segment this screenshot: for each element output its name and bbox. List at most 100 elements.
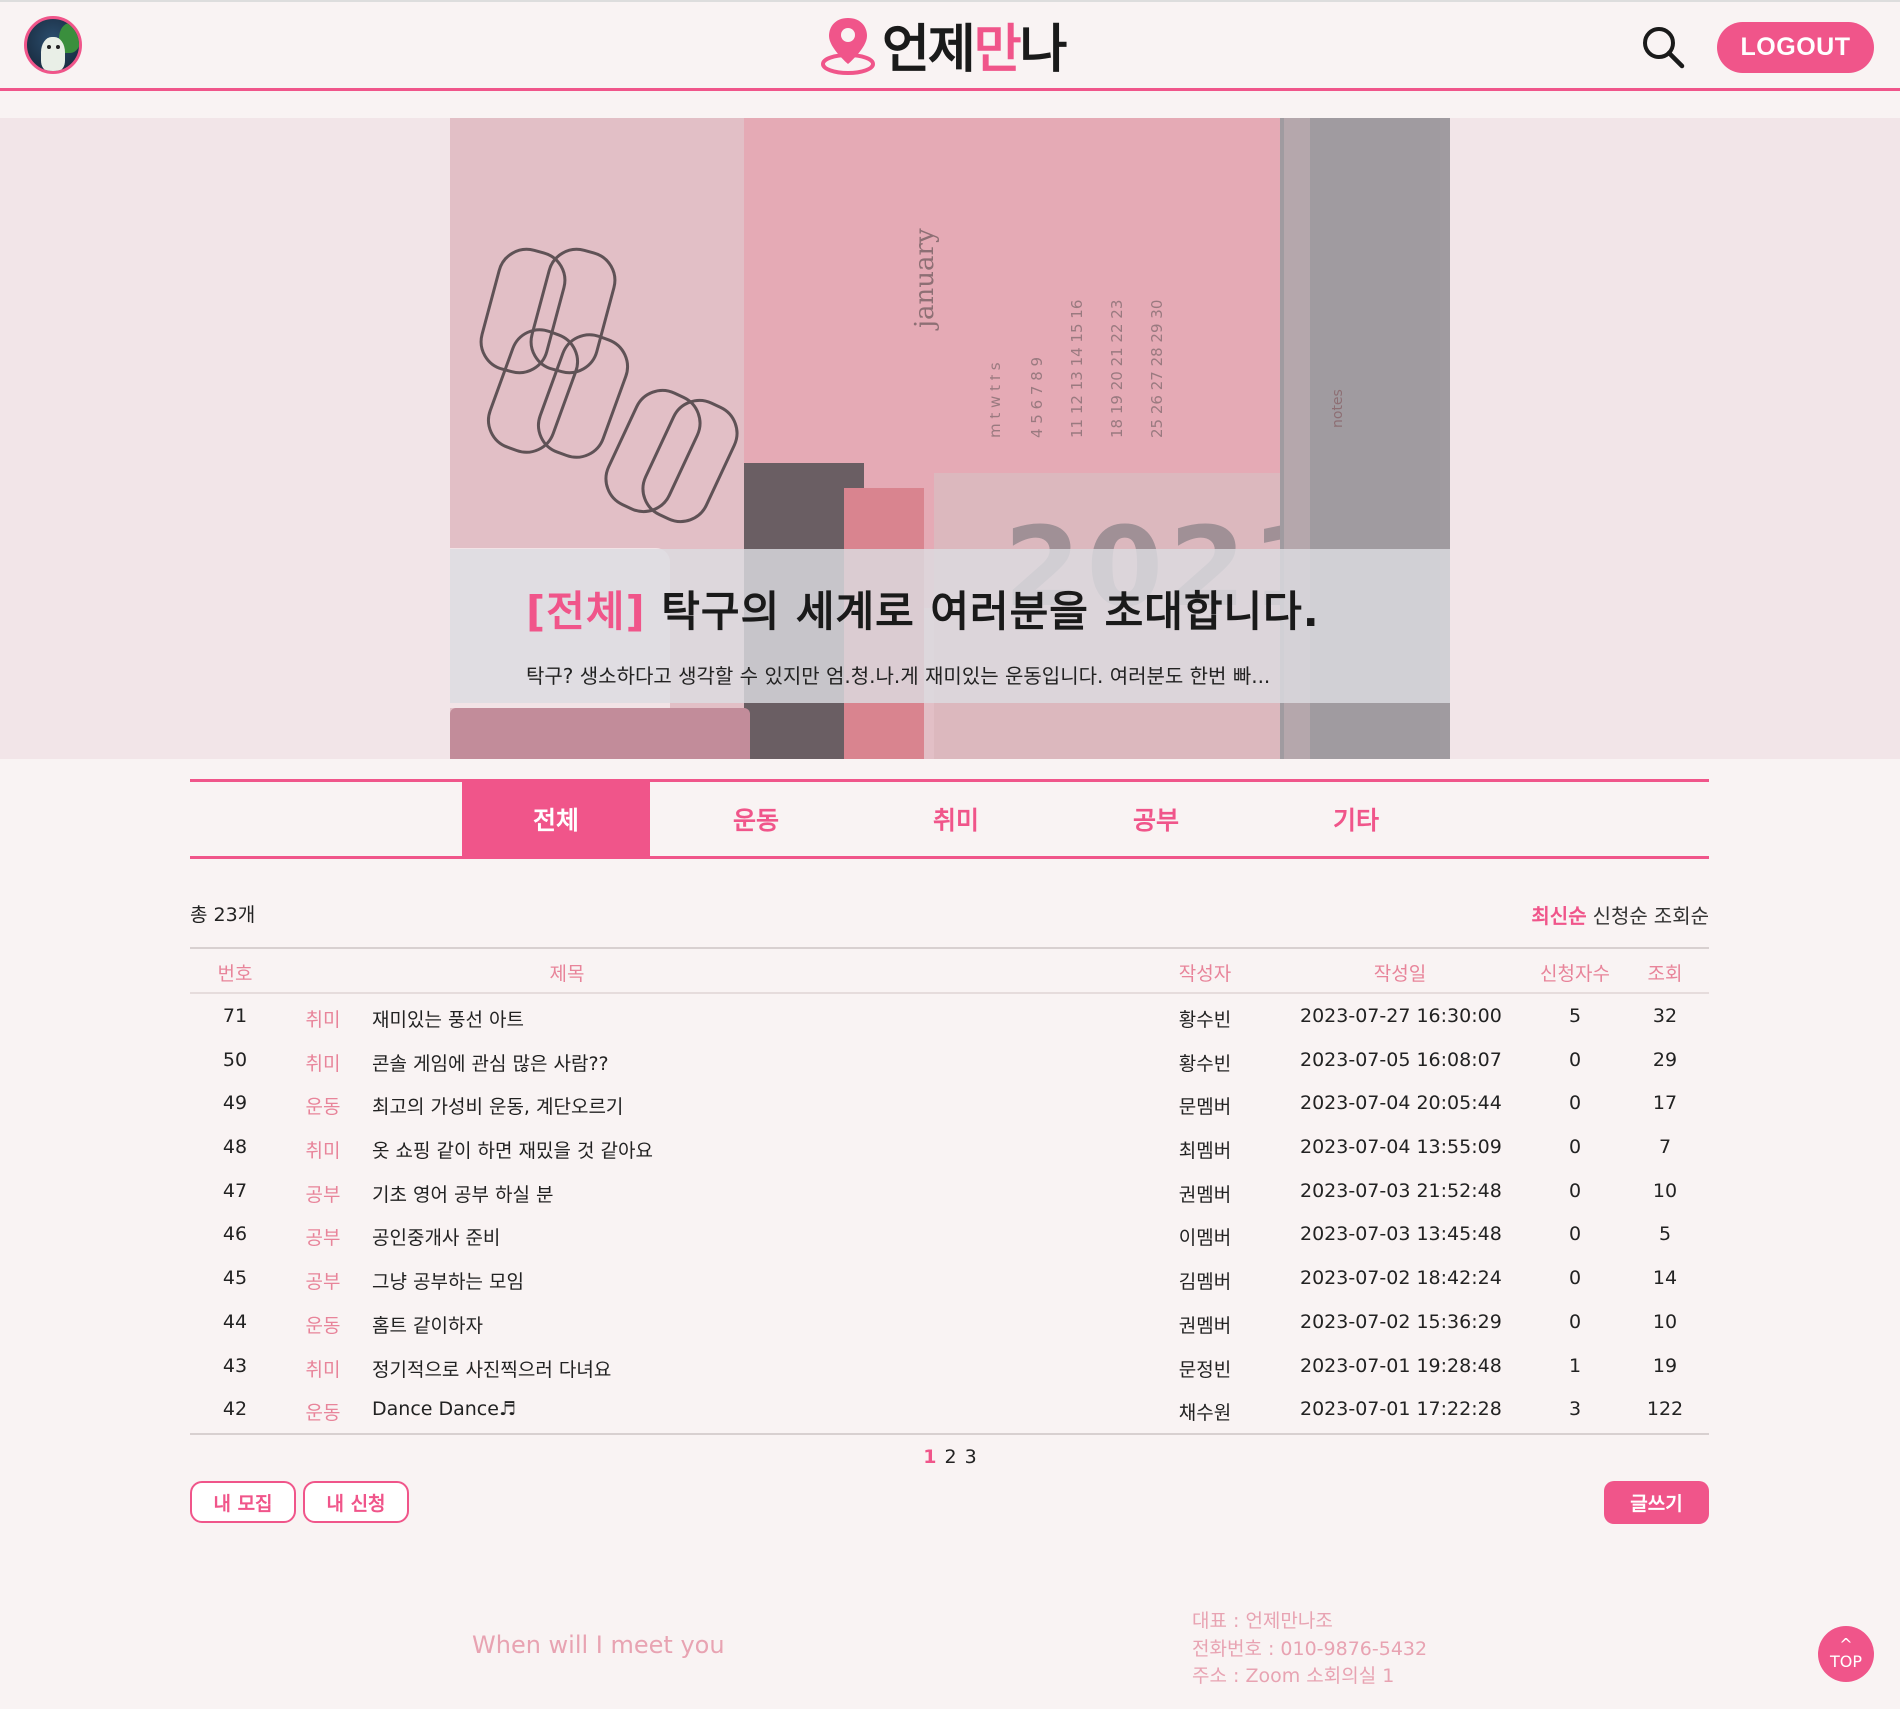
tab-all[interactable]: 전체 — [462, 782, 650, 856]
table-row[interactable]: 71 취미 재미있는 풍선 아트 황수빈 2023-07-27 16:30:00 5 32 — [190, 994, 1709, 1038]
post-table: 번호 제목 작성자 작성일 신청자수 조회 71 취미 재미있는 풍선 아트 황수빈 2… — [190, 947, 1709, 1435]
row-views: 14 — [1652, 1267, 1678, 1290]
row-title[interactable]: 재미있는 풍선 아트 — [372, 1005, 524, 1032]
row-author: 권멤버 — [1178, 1314, 1232, 1337]
row-views: 10 — [1652, 1179, 1678, 1202]
table-row[interactable]: 43 취미 정기적으로 사진찍으러 다녀요 문정빈 2023-07-01 19:28:4… — [190, 1344, 1709, 1388]
row-number: 42 — [222, 1398, 248, 1421]
row-title[interactable]: 공인중개사 준비 — [372, 1223, 500, 1250]
tab-study[interactable]: 공부 — [1062, 782, 1250, 856]
my-apply-button[interactable]: 내 신청 — [303, 1481, 409, 1523]
row-applicants: 3 — [1568, 1398, 1582, 1421]
row-title[interactable]: 최고의 가성비 운동, 계단오르기 — [372, 1092, 623, 1119]
row-applicants: 0 — [1568, 1136, 1582, 1159]
row-author: 문정빈 — [1178, 1358, 1232, 1381]
scroll-top-button[interactable]: ^ TOP — [1818, 1626, 1874, 1682]
table-header: 번호 제목 작성자 작성일 신청자수 조회 — [190, 947, 1709, 994]
row-author: 채수원 — [1178, 1402, 1232, 1425]
row-number: 44 — [222, 1310, 248, 1333]
footer-address: 주소 : Zoom 소회의실 1 — [1192, 1665, 1395, 1687]
sort-latest[interactable]: 최신순 — [1531, 904, 1586, 928]
row-views: 122 — [1646, 1398, 1684, 1421]
row-date: 2023-07-02 18:42:24 — [1300, 1267, 1502, 1290]
row-date: 2023-07-04 13:55:09 — [1300, 1136, 1502, 1159]
row-title[interactable]: 기초 영어 공부 하실 분 — [372, 1180, 553, 1207]
row-views: 32 — [1652, 1005, 1678, 1027]
row-title[interactable]: Dance Dance♬ — [372, 1398, 516, 1420]
logout-button[interactable]: LOGOUT — [1717, 22, 1874, 73]
row-author: 김멤버 — [1178, 1271, 1232, 1294]
table-row[interactable]: 49 운동 최고의 가성비 운동, 계단오르기 문멤버 2023-07-04 20:05… — [190, 1081, 1709, 1125]
tab-etc[interactable]: 기타 — [1262, 782, 1450, 856]
table-row[interactable]: 45 공부 그냥 공부하는 모임 김멤버 2023-07-02 18:42:24 0 14 — [190, 1256, 1709, 1300]
table-row[interactable]: 42 운동 Dance Dance♬ 채수원 2023-07-01 17:22:28 3 1… — [190, 1387, 1709, 1431]
row-title[interactable]: 그냥 공부하는 모임 — [372, 1267, 524, 1294]
table-row[interactable]: 48 취미 옷 쇼핑 같이 하면 재밌을 것 같아요 최멤버 2023-07-04 13… — [190, 1125, 1709, 1169]
footer-info: 대표 : 언제만나조 전화번호 : 010-9876-5432 주소 : Zoo… — [1192, 1608, 1427, 1691]
write-button[interactable]: 글쓰기 — [1604, 1481, 1709, 1524]
page-3[interactable]: 3 — [965, 1446, 977, 1468]
row-applicants: 0 — [1568, 1048, 1582, 1071]
top-label: TOP — [1829, 1652, 1862, 1671]
row-number: 49 — [222, 1092, 248, 1115]
row-category: 공부 — [305, 1271, 341, 1294]
page-2[interactable]: 2 — [945, 1446, 957, 1468]
row-views: 10 — [1652, 1310, 1678, 1333]
row-applicants: 0 — [1568, 1092, 1582, 1115]
svg-text:18 19 20 21 22 23: 18 19 20 21 22 23 — [1108, 300, 1126, 438]
table-body: 71 취미 재미있는 풍선 아트 황수빈 2023-07-27 16:30:00 5 32 5… — [190, 994, 1709, 1431]
hero-description: 탁구? 생소하다고 생각할 수 있지만 엄.청.나.게 재미있는 운동입니다. … — [526, 664, 1271, 688]
sort-options: 최신순 신청순 조회순 — [1525, 900, 1709, 929]
hero-category: [전체] — [526, 587, 646, 636]
sort-applicants[interactable]: 신청순 — [1593, 904, 1648, 928]
tab-exercise[interactable]: 운동 — [662, 782, 850, 856]
site-logo[interactable]: 언제만나 — [820, 12, 1067, 80]
row-category: 공부 — [305, 1227, 341, 1250]
table-row[interactable]: 46 공부 공인중개사 준비 이멤버 2023-07-03 13:45:48 0 5 — [190, 1212, 1709, 1256]
search-icon[interactable] — [1640, 24, 1686, 70]
table-row[interactable]: 47 공부 기초 영어 공부 하실 분 권멤버 2023-07-03 21:52:48 0… — [190, 1169, 1709, 1213]
row-category: 운동 — [305, 1314, 341, 1337]
footer-phone: 전화번호 : 010-9876-5432 — [1192, 1637, 1428, 1660]
row-applicants: 0 — [1568, 1310, 1582, 1333]
footer-slogan: When will I meet you — [472, 1631, 725, 1659]
row-applicants: 0 — [1568, 1223, 1582, 1246]
row-title[interactable]: 정기적으로 사진찍으러 다녀요 — [372, 1355, 611, 1382]
row-number: 46 — [222, 1223, 248, 1246]
user-avatar[interactable] — [24, 16, 82, 74]
row-title[interactable]: 콘솔 게임에 관심 많은 사람?? — [372, 1049, 609, 1076]
row-author: 최멤버 — [1178, 1140, 1232, 1163]
page-1[interactable]: 1 — [923, 1446, 936, 1468]
hero-title[interactable]: [전체] 탁구의 세계로 여러분을 초대합니다. — [526, 578, 1320, 639]
table-row[interactable]: 44 운동 홈트 같이하자 권멤버 2023-07-02 15:36:29 0 10 — [190, 1300, 1709, 1344]
svg-text:11 12 13 14 15 16: 11 12 13 14 15 16 — [1068, 300, 1086, 438]
row-views: 19 — [1652, 1354, 1678, 1377]
row-views: 29 — [1652, 1048, 1678, 1071]
header-applicants: 신청자수 — [1540, 963, 1610, 985]
top-header: 언제만나 LOGOUT — [0, 0, 1900, 91]
sort-views[interactable]: 조회순 — [1654, 904, 1709, 928]
row-title[interactable]: 홈트 같이하자 — [372, 1311, 483, 1338]
row-number: 45 — [222, 1267, 248, 1290]
row-applicants: 1 — [1568, 1354, 1582, 1377]
row-date: 2023-07-01 19:28:48 — [1300, 1354, 1502, 1377]
row-views: 7 — [1658, 1136, 1672, 1159]
footer-rep: 대표 : 언제만나조 — [1192, 1610, 1333, 1632]
logo-text: 언제만나 — [882, 19, 1067, 80]
header-views: 조회 — [1647, 963, 1683, 985]
row-date: 2023-07-01 17:22:28 — [1300, 1398, 1502, 1421]
table-row[interactable]: 50 취미 콘솔 게임에 관심 많은 사람?? 황수빈 2023-07-05 16:08… — [190, 1038, 1709, 1082]
row-title[interactable]: 옷 쇼핑 같이 하면 재밌을 것 같아요 — [372, 1136, 653, 1163]
row-category: 공부 — [305, 1183, 341, 1206]
row-views: 5 — [1658, 1223, 1672, 1246]
header-title: 제목 — [549, 963, 585, 985]
row-author: 황수빈 — [1178, 1052, 1232, 1075]
svg-text:m t w t f s: m t w t f s — [990, 362, 1004, 438]
row-author: 황수빈 — [1178, 1009, 1232, 1031]
row-number: 47 — [222, 1179, 248, 1202]
row-category: 취미 — [305, 1009, 341, 1031]
row-category: 운동 — [305, 1402, 341, 1425]
my-recruit-button[interactable]: 내 모집 — [190, 1481, 296, 1523]
row-category: 운동 — [305, 1096, 341, 1119]
tab-hobby[interactable]: 취미 — [862, 782, 1050, 856]
